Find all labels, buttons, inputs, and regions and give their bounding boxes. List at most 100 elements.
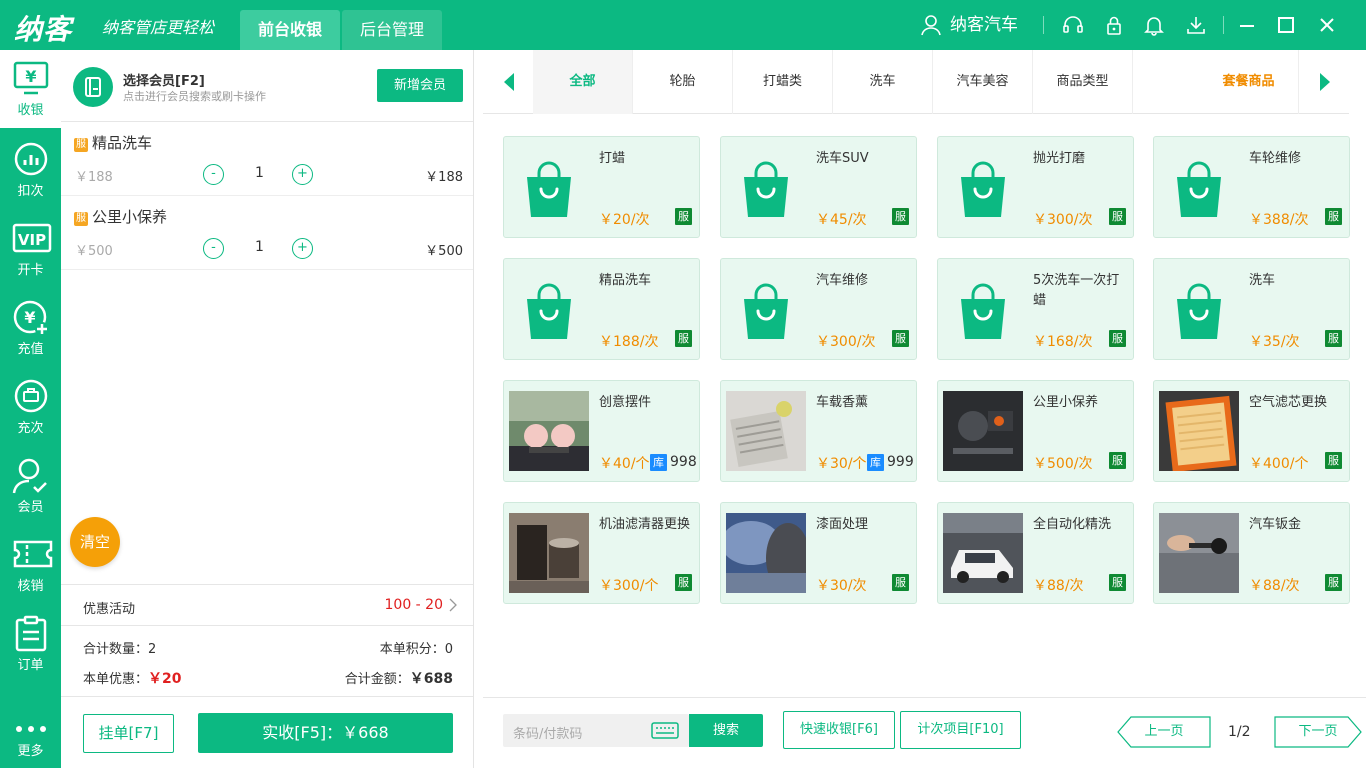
chevron-right-icon: [449, 598, 457, 612]
category-tab-package[interactable]: 套餐商品: [1199, 50, 1299, 114]
increase-qty-button[interactable]: +: [292, 164, 313, 185]
sidebar-item-recharge[interactable]: ¥ 充值: [0, 289, 61, 367]
product-name: 汽车钣金: [1249, 517, 1302, 532]
product-card-sheet-metal[interactable]: 汽车钣金 ￥88/次 服: [1153, 502, 1350, 604]
lock-icon[interactable]: [1103, 14, 1125, 36]
service-badge: 服: [675, 208, 692, 225]
add-member-button[interactable]: 新增会员: [377, 69, 463, 102]
quick-pay-button[interactable]: 快速收银[F6]: [783, 711, 895, 749]
sidebar-item-open-card[interactable]: VIP 开卡: [0, 210, 61, 288]
product-price: ￥300/次: [1033, 212, 1093, 228]
arrow-left-icon[interactable]: [503, 72, 515, 92]
product-card-polishing[interactable]: 抛光打磨 ￥300/次服: [937, 136, 1134, 238]
sidebar-item-order[interactable]: 订单: [0, 605, 61, 683]
product-card-car-aroma[interactable]: 车载香薰 ￥30/个库 999: [720, 380, 917, 482]
product-price: ￥35/次: [1249, 334, 1300, 350]
vip-icon: VIP: [12, 223, 52, 253]
sidebar: ¥ 收银 扣次 VIP 开卡 ¥ 充值 充次 会员 核销 订单 更多: [0, 50, 61, 768]
product-card-auto-fine-wash[interactable]: 全自动化精洗 ￥88/次 服: [937, 502, 1134, 604]
product-image: [726, 513, 806, 593]
download-icon[interactable]: [1185, 14, 1207, 36]
service-badge: 服: [74, 138, 88, 152]
product-card-oil-filter[interactable]: 机油滤清器更换 ￥300/个服: [503, 502, 700, 604]
service-badge: 服: [1109, 330, 1126, 347]
product-card-paint-treatment[interactable]: 漆面处理 ￥30/次 服: [720, 502, 917, 604]
pay-button[interactable]: 实收[F5]：￥668: [198, 713, 453, 753]
hold-order-button[interactable]: 挂单[F7]: [83, 714, 174, 753]
search-button[interactable]: 搜索: [689, 714, 763, 747]
arrow-right-icon[interactable]: [1319, 72, 1331, 92]
product-card-waxing[interactable]: 打蜡 ￥20/次 服: [503, 136, 700, 238]
cart-item: 服精品洗车 ￥188 - 1 + ￥188: [61, 122, 473, 196]
prev-page-button[interactable]: 上一页: [1117, 716, 1211, 748]
product-card-creative-ornament[interactable]: 创意摆件 ￥40/个库 998: [503, 380, 700, 482]
product-image: [1159, 391, 1239, 471]
sidebar-item-cashier[interactable]: ¥ 收银: [0, 50, 61, 128]
minimize-icon[interactable]: [1235, 13, 1259, 37]
product-image: [943, 391, 1023, 471]
maximize-icon[interactable]: [1274, 13, 1298, 37]
product-card-car-repair[interactable]: 汽车维修 ￥300/次服: [720, 258, 917, 360]
category-tab-car-beauty[interactable]: 汽车美容: [933, 50, 1033, 114]
product-card-wash-wax-package[interactable]: 5次洗车一次打蜡 ￥168/次服: [937, 258, 1134, 360]
tab-back-management[interactable]: 后台管理: [342, 10, 442, 50]
increase-qty-button[interactable]: +: [292, 238, 313, 259]
sidebar-item-deduct[interactable]: 扣次: [0, 131, 61, 209]
shopping-bag-icon: [943, 269, 1023, 349]
member-select[interactable]: 选择会员[F2] 点击进行会员搜索或刷卡操作 新增会员: [61, 50, 473, 122]
promo-value: 100 - 20: [384, 597, 444, 613]
product-card-wheel-repair[interactable]: 车轮维修 ￥388/次服: [1153, 136, 1350, 238]
order-points: 本单积分：0: [379, 642, 453, 657]
tab-front-cashier[interactable]: 前台收银: [240, 10, 340, 50]
clear-cart-button[interactable]: 清空: [70, 517, 120, 567]
app-slogan: 纳客管店更轻松: [102, 18, 215, 37]
service-badge: 服: [74, 212, 88, 226]
sidebar-item-more[interactable]: 更多: [0, 710, 61, 768]
product-name: 打蜡: [599, 151, 626, 166]
member-card-icon: [85, 77, 101, 97]
promo-row[interactable]: 优惠活动 100 - 20: [61, 584, 473, 626]
sidebar-item-recharge-times[interactable]: 充次: [0, 368, 61, 446]
svg-text:¥: ¥: [25, 67, 36, 86]
category-tab-all[interactable]: 全部: [533, 50, 633, 114]
product-name: 创意摆件: [599, 395, 652, 410]
product-card-car-wash[interactable]: 洗车 ￥35/次 服: [1153, 258, 1350, 360]
category-tab-car-wash[interactable]: 洗车: [833, 50, 933, 114]
sidebar-item-member[interactable]: 会员: [0, 447, 61, 525]
order-summary: 合计数量：2 本单积分：0 本单优惠：￥20 合计金额：￥688: [61, 627, 473, 697]
count-items-button[interactable]: 计次项目[F10]: [900, 711, 1021, 749]
cart-item-qty[interactable]: 1: [255, 239, 264, 255]
product-card-premium-wash[interactable]: 精品洗车 ￥188/次服: [503, 258, 700, 360]
category-tab-product-type[interactable]: 商品类型: [1033, 50, 1133, 114]
cashier-icon: ¥: [13, 61, 49, 95]
product-price: ￥88/次: [1249, 578, 1300, 594]
svg-text:VIP: VIP: [18, 231, 46, 249]
decrease-qty-button[interactable]: -: [203, 238, 224, 259]
cart-item-qty[interactable]: 1: [255, 165, 264, 181]
product-price: ￥20/次: [599, 212, 650, 228]
category-tab-tires[interactable]: 轮胎: [633, 50, 733, 114]
ticket-icon: [13, 540, 53, 568]
product-card-minor-maintenance[interactable]: 公里小保养 ￥500/次服: [937, 380, 1134, 482]
barcode-input[interactable]: 条码/付款码: [503, 714, 689, 747]
sidebar-item-label: 开卡: [17, 263, 44, 278]
product-price: ￥45/次: [816, 212, 867, 228]
cart-panel: 选择会员[F2] 点击进行会员搜索或刷卡操作 新增会员 服精品洗车 ￥188 -…: [61, 50, 474, 768]
decrease-qty-button[interactable]: -: [203, 164, 224, 185]
product-card-air-filter[interactable]: 空气滤芯更换 ￥400/个服: [1153, 380, 1350, 482]
cart-item-price: ￥188: [75, 170, 113, 185]
next-page-button[interactable]: 下一页: [1274, 716, 1362, 748]
sidebar-item-writeoff[interactable]: 核销: [0, 526, 61, 604]
keyboard-icon[interactable]: [651, 722, 679, 739]
user-icon: [921, 15, 941, 36]
close-icon[interactable]: [1315, 13, 1339, 37]
top-bar: 纳客 纳客管店更轻松 前台收银 后台管理 纳客汽车: [0, 0, 1366, 50]
product-card-wash-suv[interactable]: 洗车SUV ￥45/次 服: [720, 136, 917, 238]
bottom-bar: 条码/付款码 搜索 快速收银[F6] 计次项目[F10] 上一页 1/2 下一页: [483, 697, 1366, 768]
sidebar-item-label: 会员: [17, 500, 44, 515]
category-tab-waxing[interactable]: 打蜡类: [733, 50, 833, 114]
user-menu[interactable]: 纳客汽车: [920, 0, 1018, 50]
headset-icon[interactable]: [1062, 14, 1084, 36]
cart-item-total: ￥500: [425, 244, 463, 259]
bell-icon[interactable]: [1143, 14, 1165, 36]
